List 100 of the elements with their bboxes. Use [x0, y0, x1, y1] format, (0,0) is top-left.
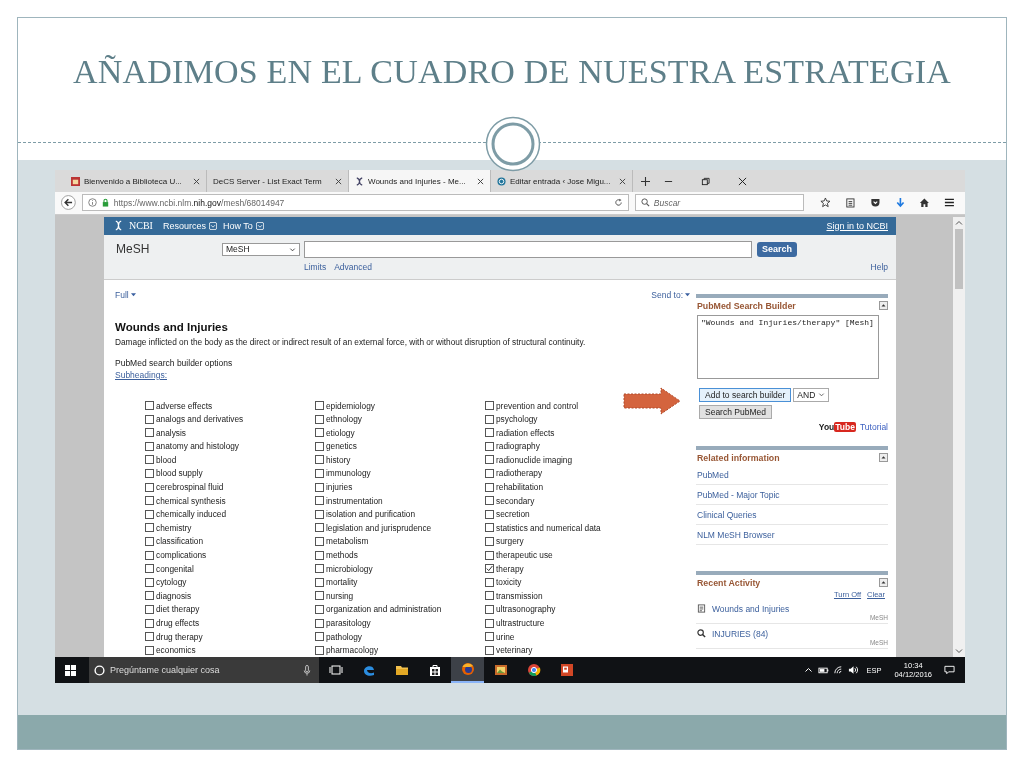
- checkbox[interactable]: [485, 645, 494, 655]
- checkbox[interactable]: [315, 591, 324, 601]
- subheading-label[interactable]: rehabilitation: [496, 482, 544, 493]
- checkbox[interactable]: [485, 441, 494, 451]
- checkbox[interactable]: [315, 632, 324, 642]
- subheading-label[interactable]: blood: [156, 454, 177, 465]
- home-icon[interactable]: [919, 197, 931, 209]
- subheading-label[interactable]: radiography: [496, 441, 540, 452]
- subheading-label[interactable]: cerebrospinal fluid: [156, 482, 224, 493]
- related-link[interactable]: Clinical Queries: [697, 509, 757, 520]
- search-input[interactable]: [304, 240, 752, 258]
- scrollbar[interactable]: [953, 216, 965, 657]
- subheading-label[interactable]: chemical synthesis: [156, 495, 226, 506]
- subheading-label[interactable]: toxicity: [496, 577, 522, 588]
- subheading-label[interactable]: injuries: [326, 482, 353, 493]
- checkbox[interactable]: [145, 604, 154, 614]
- subheading-label[interactable]: immunology: [326, 468, 371, 479]
- checkbox[interactable]: [485, 496, 494, 506]
- subheading-label[interactable]: ultrasonography: [496, 604, 556, 615]
- checkbox[interactable]: [145, 496, 154, 506]
- collapse-icon[interactable]: [879, 578, 888, 588]
- checkbox[interactable]: [145, 455, 154, 465]
- subheading-label[interactable]: complications: [156, 550, 207, 561]
- checkbox[interactable]: [315, 536, 324, 546]
- related-link[interactable]: PubMed - Major Topic: [697, 489, 780, 500]
- windows-icon[interactable]: [65, 664, 76, 676]
- close-icon[interactable]: [477, 177, 484, 185]
- subheading-label[interactable]: organization and administration: [326, 604, 442, 615]
- subheading-label[interactable]: instrumentation: [326, 495, 383, 506]
- checkbox[interactable]: [485, 632, 494, 642]
- related-link[interactable]: NLM MeSH Browser: [697, 529, 775, 540]
- checkbox[interactable]: [485, 455, 494, 465]
- subheading-label[interactable]: radiotherapy: [496, 468, 543, 479]
- checkbox[interactable]: [145, 550, 154, 560]
- menu-icon[interactable]: [944, 197, 955, 209]
- search-field[interactable]: Buscar: [634, 194, 805, 212]
- search-pubmed-button[interactable]: Search PubMed: [699, 404, 772, 419]
- subheading-label[interactable]: etiology: [326, 427, 355, 438]
- checkbox[interactable]: [145, 401, 154, 410]
- subheading-label[interactable]: parasitology: [326, 618, 371, 628]
- help-link[interactable]: Help: [870, 261, 888, 272]
- subheading-label[interactable]: microbiology: [326, 563, 373, 574]
- subheading-label[interactable]: legislation and jurisprudence: [326, 522, 432, 533]
- checkbox[interactable]: [315, 441, 324, 451]
- checkbox[interactable]: [145, 591, 154, 601]
- subheading-label[interactable]: diet therapy: [156, 604, 200, 615]
- checkbox[interactable]: [145, 618, 154, 628]
- subheading-label[interactable]: pathology: [326, 631, 362, 642]
- checkbox[interactable]: [485, 591, 494, 601]
- subheading-label[interactable]: radiation effects: [496, 427, 555, 438]
- subheading-label[interactable]: therapeutic use: [496, 550, 553, 561]
- checkbox[interactable]: [145, 428, 154, 438]
- collapse-icon[interactable]: [879, 453, 888, 463]
- checkbox[interactable]: [145, 645, 154, 655]
- checkbox[interactable]: [315, 645, 324, 655]
- checkbox[interactable]: [145, 441, 154, 451]
- checkbox[interactable]: [315, 496, 324, 506]
- checkbox[interactable]: [315, 604, 324, 614]
- search-button[interactable]: Search: [757, 241, 798, 257]
- subheading-label[interactable]: metabolism: [326, 536, 369, 547]
- microphone-icon[interactable]: [303, 664, 311, 676]
- related-link[interactable]: PubMed: [697, 469, 729, 480]
- checkbox[interactable]: [485, 550, 494, 560]
- subheading-label[interactable]: epidemiology: [326, 400, 375, 411]
- subheading-label[interactable]: anatomy and histology: [156, 441, 240, 452]
- subheading-label[interactable]: economics: [156, 645, 196, 656]
- subheading-label[interactable]: chemistry: [156, 522, 192, 533]
- subheading-label[interactable]: prevention and control: [496, 400, 579, 411]
- checkbox[interactable]: [485, 604, 494, 614]
- reload-icon[interactable]: [613, 198, 623, 208]
- checkbox[interactable]: [315, 509, 324, 519]
- checkbox[interactable]: [315, 564, 324, 574]
- checkbox[interactable]: [145, 564, 154, 574]
- subheading-label[interactable]: history: [326, 454, 351, 465]
- checkbox[interactable]: [485, 577, 494, 587]
- subheading-label[interactable]: secretion: [496, 509, 530, 520]
- scroll-thumb[interactable]: [955, 228, 963, 289]
- subheading-label[interactable]: classification: [156, 536, 204, 547]
- close-icon[interactable]: [335, 177, 342, 185]
- query-textarea[interactable]: "Wounds and Injuries/therapy" [Mesh]: [697, 314, 879, 379]
- subheading-label[interactable]: drug therapy: [156, 631, 203, 642]
- subheading-label[interactable]: secondary: [496, 495, 535, 506]
- subheading-label[interactable]: cytology: [156, 577, 187, 588]
- close-icon[interactable]: [193, 177, 200, 185]
- close-icon[interactable]: [738, 176, 747, 186]
- checkbox[interactable]: [145, 523, 154, 533]
- subheading-label[interactable]: diagnosis: [156, 590, 192, 601]
- notification-icon[interactable]: [944, 665, 955, 675]
- checkbox[interactable]: [315, 414, 324, 424]
- subheading-label[interactable]: drug effects: [156, 618, 200, 628]
- subheading-label[interactable]: ethnology: [326, 414, 362, 425]
- checkbox[interactable]: [145, 577, 154, 587]
- subheading-label[interactable]: veterinary: [496, 645, 533, 656]
- checkbox[interactable]: [315, 618, 324, 628]
- add-to-builder-button[interactable]: Add to search builder: [699, 387, 792, 402]
- ncbi-logo[interactable]: NCBI: [129, 220, 153, 232]
- checkbox[interactable]: [485, 401, 494, 410]
- recent-item-link[interactable]: INJURIES (84): [712, 628, 769, 639]
- subheading-label[interactable]: psychology: [496, 414, 538, 425]
- checkbox[interactable]: [315, 469, 324, 478]
